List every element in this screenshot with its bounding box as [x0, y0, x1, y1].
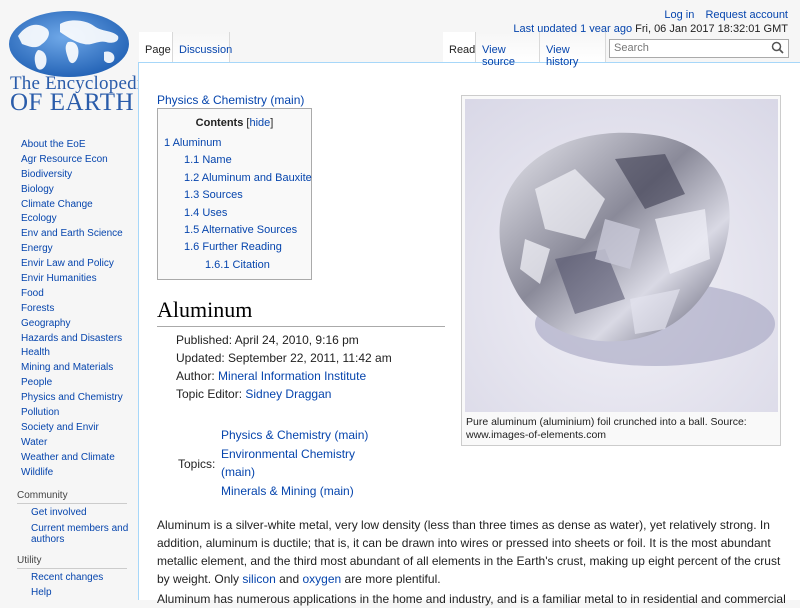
topics-label: Topics:	[178, 457, 216, 471]
tab-read[interactable]: Read	[443, 32, 476, 62]
current-members-label: Current members and authors	[31, 523, 129, 546]
sidebar-item-about-the-eoe[interactable]: About the EoE	[21, 138, 138, 153]
tab-discussion[interactable]: Discussion	[173, 32, 233, 62]
sidebar-item-energy[interactable]: Energy	[21, 242, 138, 257]
tab-page-label: Page	[145, 44, 171, 56]
toc-hide-link[interactable]: hide	[249, 117, 270, 129]
sidebar-item-current-members[interactable]: Current members and authors	[31, 523, 131, 545]
login-link[interactable]: Log in	[664, 9, 694, 21]
category-link[interactable]: Physics & Chemistry (main)	[157, 93, 304, 107]
sidebar-item-envir-humanities[interactable]: Envir Humanities	[21, 272, 138, 287]
utility-divider	[17, 568, 127, 570]
sidebar-item-weather-and-climate[interactable]: Weather and Climate	[21, 451, 138, 466]
logo-title-line2: OF EARTH	[10, 89, 135, 116]
oxygen-link[interactable]: oxygen	[302, 572, 341, 586]
sidebar: About the EoE Agr Resource Econ Biodiversi…	[0, 138, 138, 601]
sidebar-item-mining-and-materials[interactable]: Mining and Materials	[21, 361, 138, 376]
toc-title: Contents [hide]	[195, 117, 274, 129]
toc-item[interactable]: 1 Aluminum	[164, 137, 221, 149]
toc-item[interactable]: 1.2 Aluminum and Bauxite	[184, 172, 312, 184]
tab-view-source[interactable]: View source	[476, 32, 540, 68]
topic-link[interactable]: Environmental Chemistry (main)	[221, 445, 381, 482]
sidebar-item-agr-resource-econ[interactable]: Agr Resource Econ	[21, 153, 138, 168]
community-divider	[17, 503, 127, 505]
editor-row: Topic Editor: Sidney Draggan	[176, 385, 446, 403]
tab-discussion-label: Discussion	[179, 44, 233, 56]
article-meta: Published: April 24, 2010, 9:16 pm Updat…	[176, 331, 446, 403]
toc-item[interactable]: 1.4 Uses	[184, 207, 227, 219]
toc-list: 1 Aluminum 1.1 Name 1.2 Aluminum and Bau…	[158, 135, 312, 274]
tab-view-history[interactable]: View history	[540, 32, 606, 68]
sidebar-item-wildlife[interactable]: Wildlife	[21, 466, 138, 481]
silicon-link[interactable]: silicon	[242, 572, 275, 586]
search-input[interactable]: Search	[609, 39, 789, 58]
utility-heading: Utility	[17, 555, 42, 567]
sidebar-item-biology[interactable]: Biology	[21, 183, 138, 198]
tab-view-source-label: View source	[482, 44, 516, 68]
sidebar-item-recent-changes[interactable]: Recent changes	[31, 571, 138, 586]
thumbnail-figure: Pure aluminum (aluminium) foil crunched …	[461, 95, 781, 446]
sidebar-nav: About the EoE Agr Resource Econ Biodiversi…	[0, 138, 138, 480]
sidebar-item-pollution[interactable]: Pollution	[21, 406, 138, 421]
sidebar-item-society-and-envir[interactable]: Society and Envir	[21, 421, 138, 436]
sidebar-item-geography[interactable]: Geography	[21, 317, 138, 332]
sidebar-item-get-involved[interactable]: Get involved	[31, 506, 138, 521]
community-portal: Community Get involved Current members a…	[0, 490, 138, 545]
author-label: Author:	[176, 369, 215, 383]
author-row: Author: Mineral Information Institute	[176, 367, 446, 385]
request-account-link[interactable]: Request account	[705, 9, 788, 21]
sidebar-item-biodiversity[interactable]: Biodiversity	[21, 168, 138, 183]
sidebar-item-envir-law-and-policy[interactable]: Envir Law and Policy	[21, 257, 138, 272]
search-placeholder: Search	[614, 42, 649, 54]
sidebar-item-physics-and-chemistry[interactable]: Physics and Chemistry	[21, 391, 138, 406]
search-icon[interactable]	[771, 41, 784, 54]
intro-text-end: are more plentiful.	[344, 572, 441, 586]
author-link[interactable]: Mineral Information Institute	[218, 369, 366, 383]
topic-link[interactable]: Minerals & Mining (main)	[221, 482, 381, 501]
toc-item[interactable]: 1.1 Name	[184, 154, 232, 166]
table-of-contents: Contents [hide] 1 Aluminum 1.1 Name 1.2 …	[157, 108, 312, 280]
globe-icon	[9, 11, 129, 77]
sidebar-item-hazards-and-disasters[interactable]: Hazards and Disasters	[21, 332, 138, 347]
sidebar-item-climate-change[interactable]: Climate Change	[21, 198, 138, 213]
editor-link[interactable]: Sidney Draggan	[245, 387, 331, 401]
page-title: Aluminum	[157, 297, 445, 327]
second-paragraph: Aluminum has numerous applications in th…	[157, 592, 785, 606]
last-updated-date: Fri, 06 Jan 2017 18:32:01 GMT	[635, 23, 788, 35]
topics-list: Physics & Chemistry (main) Environmental…	[221, 426, 381, 500]
published-date: Published: April 24, 2010, 9:16 pm	[176, 333, 359, 347]
toc-item[interactable]: 1.5 Alternative Sources	[184, 224, 297, 236]
toc-item[interactable]: 1.6 Further Reading	[184, 241, 282, 253]
intro-paragraph: Aluminum is a silver-white metal, very l…	[157, 516, 785, 588]
toc-item[interactable]: 1.3 Sources	[184, 189, 243, 201]
intro-text-and: and	[279, 572, 300, 586]
updated-date: Updated: September 22, 2011, 11:42 am	[176, 351, 392, 365]
sidebar-item-people[interactable]: People	[21, 376, 138, 391]
editor-label: Topic Editor:	[176, 387, 243, 401]
aluminum-foil-ball-image[interactable]	[465, 99, 778, 412]
tab-page[interactable]: Page	[139, 32, 173, 62]
sidebar-item-forests[interactable]: Forests	[21, 302, 138, 317]
tab-read-label: Read	[449, 44, 476, 56]
sidebar-item-ecology[interactable]: Ecology	[21, 212, 138, 227]
sidebar-item-health[interactable]: Health	[21, 346, 138, 361]
toc-heading: Contents	[195, 117, 244, 129]
sidebar-item-env-and-earth-science[interactable]: Env and Earth Science	[21, 227, 138, 242]
sidebar-item-water[interactable]: Water	[21, 436, 138, 451]
sidebar-item-food[interactable]: Food	[21, 287, 138, 302]
topic-link[interactable]: Physics & Chemistry (main)	[221, 426, 381, 445]
sidebar-item-help[interactable]: Help	[31, 586, 138, 601]
figure-caption: Pure aluminum (aluminium) foil crunched …	[466, 416, 747, 441]
toc-item[interactable]: 1.6.1 Citation	[205, 259, 270, 271]
community-heading: Community	[17, 490, 68, 502]
site-logo[interactable]: The Encyclopedia OF EARTH	[0, 0, 151, 120]
tab-view-history-label: View history	[546, 44, 579, 68]
utility-portal: Utility Recent changes Help	[0, 555, 138, 601]
